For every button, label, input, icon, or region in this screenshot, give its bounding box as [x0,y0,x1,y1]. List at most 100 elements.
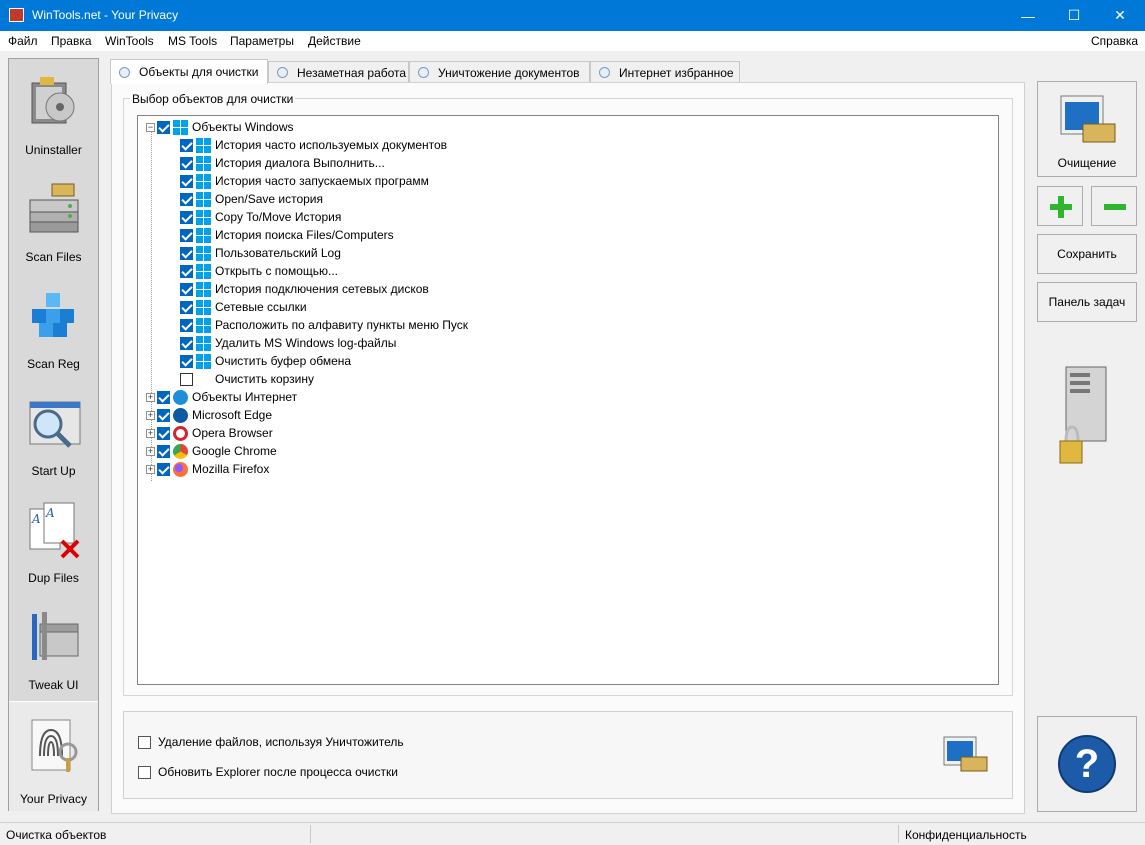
checkbox[interactable] [180,264,193,278]
checkbox[interactable] [138,735,151,749]
menu-action[interactable]: Действие [308,34,361,48]
collapse-icon[interactable]: − [146,122,155,132]
menu-mstools[interactable]: MS Tools [168,34,217,48]
sidebar-item-scan-files[interactable]: Scan Files [9,166,98,273]
tree-item[interactable]: История часто используемых документов [180,136,447,154]
sidebar-label: Scan Reg [27,357,80,371]
tab-document-shredding[interactable]: Уничтожение документов [409,61,590,83]
tree-item[interactable]: История подключения сетевых дисков [180,280,429,298]
tree-item[interactable]: Пользовательский Log [180,244,341,262]
windows-logo-icon [196,335,211,351]
menu-parameters[interactable]: Параметры [230,34,294,48]
checkbox[interactable] [180,282,193,296]
checkbox[interactable] [180,372,193,386]
expand-icon[interactable]: + [146,410,155,420]
expand-icon[interactable]: + [146,446,155,456]
windows-logo-icon [196,137,211,153]
tree-node-opera[interactable]: + Opera Browser [146,424,273,442]
tree-item-label: Расположить по алфавиту пункты меню Пуск [215,318,469,332]
sidebar-item-scan-reg[interactable]: Scan Reg [9,273,98,380]
sidebar-item-your-privacy[interactable]: Your Privacy [9,701,98,811]
tree-item[interactable]: Сетевые ссылки [180,298,307,316]
checkbox[interactable] [157,408,170,422]
windows-logo-icon [196,281,211,297]
groupbox-title: Выбор объектов для очистки [130,92,296,106]
minimize-button[interactable]: — [1005,0,1051,31]
tree-item-label: Copy To/Move История [215,210,342,224]
tab-label: Интернет избранное [619,65,734,80]
tree-item[interactable]: Очистить буфер обмена [180,352,351,370]
remove-button[interactable] [1091,186,1137,226]
title-bar: WinTools.net - Your Privacy — ☐ ✕ [0,0,1145,31]
clean-button-label: Очищение [1057,156,1117,170]
save-button[interactable]: Сохранить [1037,234,1137,274]
tree-item[interactable]: Очистить корзину [180,370,314,388]
tree-node-chrome[interactable]: + Google Chrome [146,442,277,460]
checkbox[interactable] [157,120,170,134]
tree-node-edge[interactable]: + Microsoft Edge [146,406,272,424]
tree-item[interactable]: Copy To/Move История [180,208,341,226]
checkbox[interactable] [180,246,193,260]
checkbox[interactable] [180,300,193,314]
checkbox[interactable] [180,354,193,368]
tree-item[interactable]: Удалить MS Windows log-файлы [180,334,396,352]
expand-icon[interactable]: + [146,392,155,402]
close-button[interactable]: ✕ [1097,0,1143,31]
sidebar-item-tweak-ui[interactable]: Tweak UI [9,594,98,701]
menu-edit[interactable]: Правка [51,34,92,48]
cleanup-monitor-icon [1060,95,1116,143]
tree-node-windows-objects[interactable]: − Объекты Windows [146,118,294,136]
checkbox[interactable] [180,156,193,170]
menu-help[interactable]: Справка [1091,34,1138,48]
menu-file[interactable]: Файл [8,34,38,48]
privacy-icon [31,719,78,772]
tree-node-internet-objects[interactable]: + Объекты Интернет [146,388,297,406]
checkbox[interactable] [138,765,151,779]
tab-label: Объекты для очистки [139,65,259,79]
checkbox[interactable] [180,210,193,224]
radio-icon [277,67,288,78]
window-title: WinTools.net - Your Privacy [32,8,179,22]
tree-item[interactable]: Расположить по алфавиту пункты меню Пуск [180,316,468,334]
tree-item-label: Очистить корзину [215,372,314,386]
tab-stealth-work[interactable]: Незаметная работа [268,61,409,83]
checkbox[interactable] [157,444,170,458]
tree-node-label: Opera Browser [192,426,273,440]
tree-node-firefox[interactable]: + Mozilla Firefox [146,460,269,478]
checkbox[interactable] [157,462,170,476]
checkbox[interactable] [180,138,193,152]
plus-icon [1050,196,1072,218]
menu-wintools[interactable]: WinTools [105,34,154,48]
checkbox[interactable] [180,318,193,332]
shred-option[interactable]: Удаление файлов, используя Уничтожитель [138,735,404,749]
tree-item[interactable]: История поиска Files/Computers [180,226,394,244]
tree-item[interactable]: История диалога Выполнить... [180,154,385,172]
tree-item[interactable]: Open/Save история [180,190,323,208]
taskbar-button[interactable]: Панель задач [1037,282,1137,322]
help-button[interactable]: ? [1037,716,1137,812]
objects-tree[interactable]: − Объекты Windows История часто использу… [137,115,999,685]
checkbox[interactable] [157,426,170,440]
sidebar-item-dup-files[interactable]: A A Dup Files [9,487,98,594]
checkbox[interactable] [180,228,193,242]
tree-item-label: Open/Save история [215,192,323,206]
tab-cleanup-objects[interactable]: Объекты для очистки [110,59,268,84]
tree-item[interactable]: История часто запускаемых программ [180,172,429,190]
checkbox[interactable] [180,174,193,188]
checkbox[interactable] [180,192,193,206]
option-label: Обновить Explorer после процесса очистки [158,765,398,779]
sidebar-item-uninstaller[interactable]: Uninstaller [9,59,98,166]
checkbox[interactable] [157,390,170,404]
clean-button[interactable]: Очищение [1037,81,1137,177]
tree-item[interactable]: Открыть с помощью... [180,262,338,280]
sidebar-item-startup[interactable]: Start Up [9,380,98,487]
tab-internet-favorites[interactable]: Интернет избранное [590,61,740,83]
expand-icon[interactable]: + [146,464,155,474]
checkbox[interactable] [180,336,193,350]
tree-item-label: Открыть с помощью... [215,264,339,278]
add-button[interactable] [1037,186,1083,226]
refresh-explorer-option[interactable]: Обновить Explorer после процесса очистки [138,765,398,779]
expand-icon[interactable]: + [146,428,155,438]
maximize-button[interactable]: ☐ [1051,0,1097,31]
save-button-label: Сохранить [1057,247,1117,261]
